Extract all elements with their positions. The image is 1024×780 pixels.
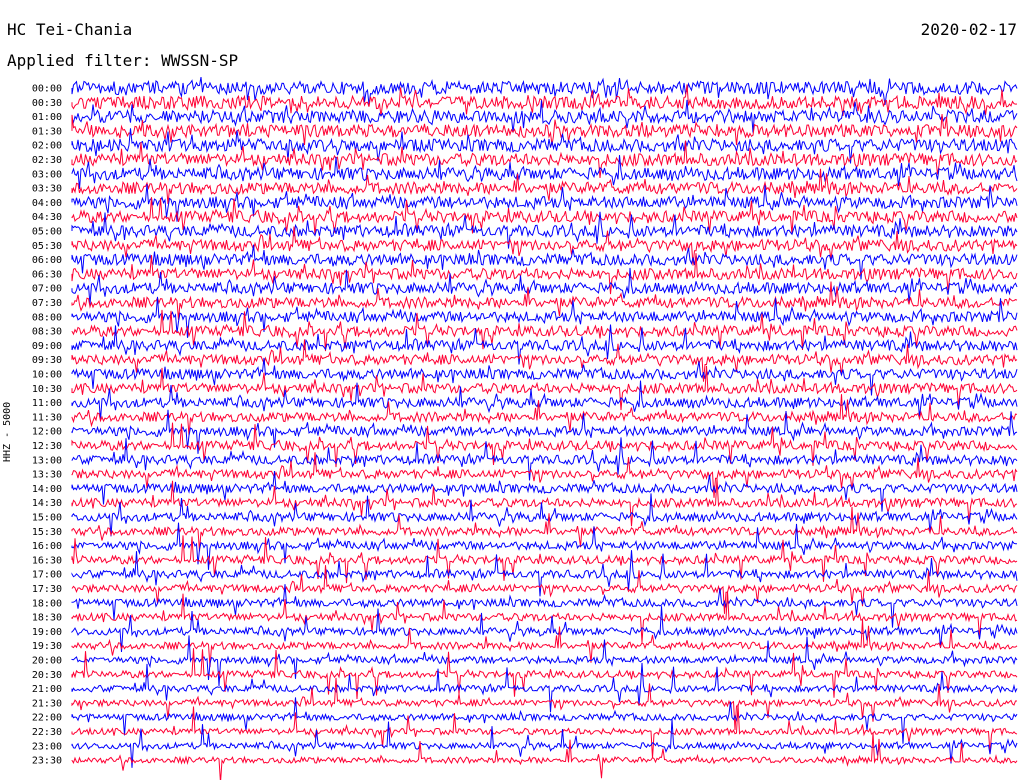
time-tick-label: 05:00	[32, 227, 62, 238]
time-tick-label: 01:30	[32, 126, 62, 137]
time-tick-label: 21:00	[32, 684, 62, 695]
time-tick-label: 12:00	[32, 427, 62, 438]
time-tick-label: 09:00	[32, 341, 62, 352]
trace-row-1700	[71, 550, 1018, 597]
time-tick-label: 18:30	[32, 613, 62, 624]
time-tick-label: 01:00	[32, 112, 62, 123]
time-tick-label: 18:00	[32, 598, 62, 609]
time-tick-label: 04:00	[32, 198, 62, 209]
time-tick-label: 09:30	[32, 355, 62, 366]
time-tick-label: 17:30	[32, 584, 62, 595]
time-tick-label: 05:30	[32, 241, 62, 252]
time-tick-label: 15:30	[32, 527, 62, 538]
time-tick-label: 14:30	[32, 498, 62, 509]
helicorder: HC Tei-Chania Applied filter: WWSSN-SP 2…	[0, 0, 1024, 780]
time-tick-label: 19:00	[32, 627, 62, 638]
time-tick-label: 04:30	[32, 212, 62, 223]
time-tick-label: 06:30	[32, 269, 62, 280]
time-tick-label: 23:30	[32, 756, 62, 767]
time-tick-label: 08:30	[32, 327, 62, 338]
time-tick-label: 15:00	[32, 513, 62, 524]
time-tick-label: 16:00	[32, 541, 62, 552]
time-tick-label: 00:30	[32, 98, 62, 109]
trace-row-1230	[71, 422, 1018, 468]
trace-row-1430	[71, 478, 1018, 527]
time-tick-label: 22:00	[32, 713, 62, 724]
time-tick-label: 08:00	[32, 312, 62, 323]
time-tick-label: 14:00	[32, 484, 62, 495]
trace-row-2200	[71, 697, 1018, 744]
time-tick-label: 13:00	[32, 455, 62, 466]
time-tick-label: 19:30	[32, 641, 62, 652]
time-tick-label: 17:00	[32, 570, 62, 581]
trace-row-2100	[71, 662, 1018, 713]
time-tick-label: 03:30	[32, 184, 62, 195]
time-tick-label: 13:30	[32, 470, 62, 481]
time-tick-label: 06:00	[32, 255, 62, 266]
time-tick-label: 21:30	[32, 698, 62, 709]
trace-row-1800	[71, 584, 1018, 628]
time-tick-label: 20:00	[32, 656, 62, 667]
trace-row-2330	[71, 732, 1018, 780]
time-tick-label: 02:00	[32, 141, 62, 152]
time-tick-label: 07:00	[32, 284, 62, 295]
time-tick-label: 12:30	[32, 441, 62, 452]
trace-row-1830	[71, 591, 1018, 643]
trace-row-2230	[71, 704, 1018, 759]
trace-row-2030	[71, 648, 1018, 700]
time-tick-label: 10:30	[32, 384, 62, 395]
time-tick-label: 23:00	[32, 741, 62, 752]
time-tick-label: 11:30	[32, 412, 62, 423]
time-tick-label: 16:30	[32, 555, 62, 566]
time-tick-label: 03:00	[32, 169, 62, 180]
time-tick-label: 11:00	[32, 398, 62, 409]
time-tick-label: 00:00	[32, 84, 62, 95]
time-tick-label: 20:30	[32, 670, 62, 681]
time-tick-label: 07:30	[32, 298, 62, 309]
time-tick-label: 02:30	[32, 155, 62, 166]
time-tick-label: 22:30	[32, 727, 62, 738]
seismogram-plot: 00:00 00:30 01:00 01:30 02:00 02:30 03:00 03:30…	[32, 77, 1018, 780]
time-tick-label: 10:00	[32, 370, 62, 381]
